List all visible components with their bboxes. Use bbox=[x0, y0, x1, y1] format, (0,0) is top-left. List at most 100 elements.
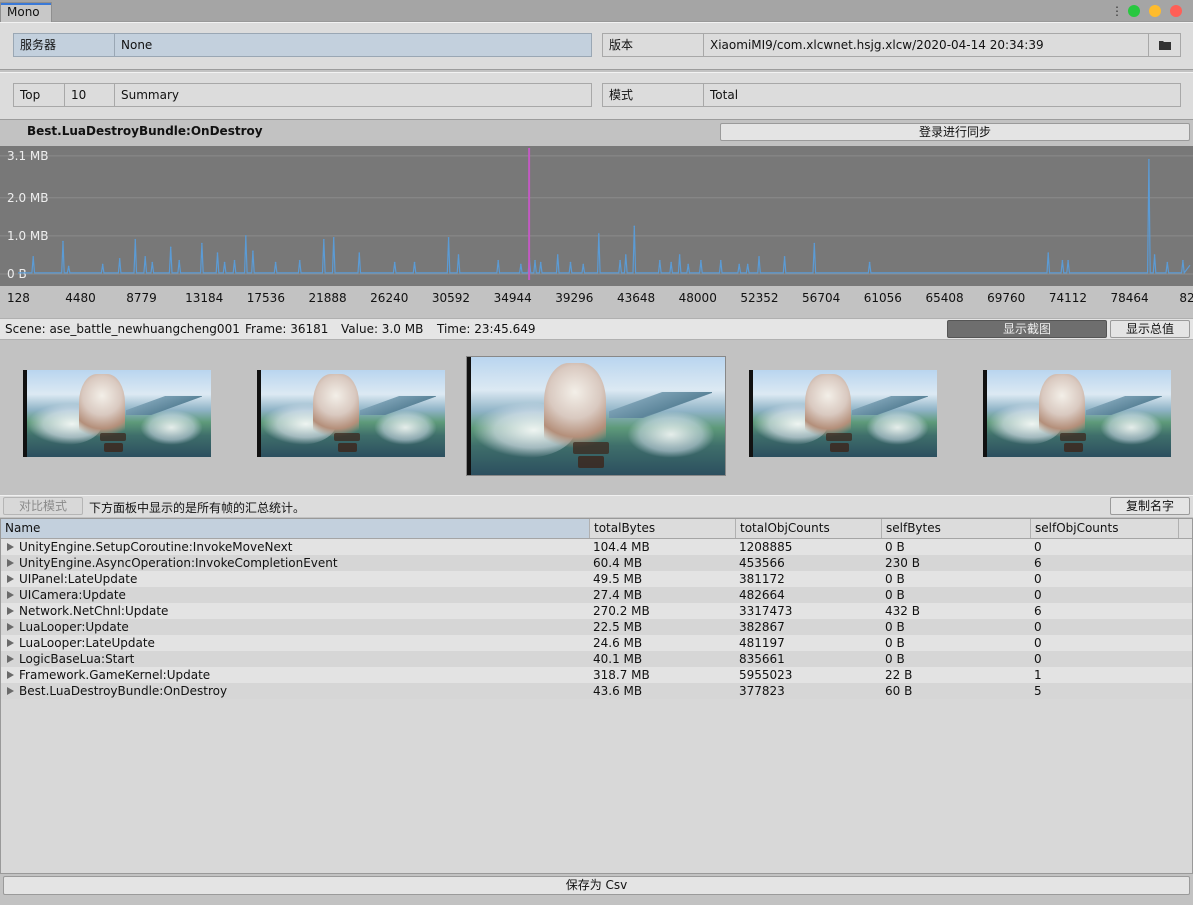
chart-x-tick-label: 69760 bbox=[987, 291, 1025, 305]
screenshot-thumbnail[interactable] bbox=[983, 370, 1171, 457]
chart-point bbox=[233, 259, 236, 262]
row-totalobjcounts: 482664 bbox=[739, 588, 785, 602]
table-row[interactable]: UnityEngine.SetupCoroutine:InvokeMoveNex… bbox=[1, 539, 1192, 555]
row-name: Best.LuaDestroyBundle:OnDestroy bbox=[19, 684, 228, 698]
chart-point bbox=[151, 261, 154, 264]
summary-dropdown[interactable]: Summary bbox=[115, 84, 585, 106]
server-field[interactable]: 服务器 None bbox=[13, 33, 592, 57]
time-text: Time: 23:45.649 bbox=[437, 322, 536, 336]
row-selfobjcounts: 6 bbox=[1034, 556, 1042, 570]
screenshot-strip bbox=[0, 341, 1193, 493]
chart-point bbox=[520, 263, 522, 266]
row-totalobjcounts: 3317473 bbox=[739, 604, 793, 618]
chart-point bbox=[598, 233, 600, 235]
expand-arrow-icon[interactable] bbox=[7, 543, 14, 551]
chart-point bbox=[201, 242, 203, 245]
row-totalobjcounts: 835661 bbox=[739, 652, 785, 666]
folder-icon[interactable] bbox=[1148, 34, 1180, 56]
row-totalobjcounts: 382867 bbox=[739, 620, 785, 634]
table-row[interactable]: UnityEngine.AsyncOperation:InvokeComplet… bbox=[1, 555, 1192, 571]
show-screenshot-button[interactable]: 显示截图 bbox=[947, 320, 1107, 338]
chart-x-tick-label: 78464 bbox=[1111, 291, 1149, 305]
chart-point bbox=[252, 250, 254, 252]
minimize-icon[interactable] bbox=[1149, 5, 1161, 17]
table-row[interactable]: Framework.GameKernel:Update 318.7 MB 59550… bbox=[1, 667, 1192, 683]
chart-y-tick-label: 3.1 MB bbox=[7, 149, 48, 163]
show-total-button[interactable]: 显示总值 bbox=[1110, 320, 1190, 338]
row-selfbytes: 0 B bbox=[885, 636, 905, 650]
chart-x-tick-label: 4480 bbox=[65, 291, 96, 305]
chart-point bbox=[746, 263, 749, 266]
chart-x-tick-label: 43648 bbox=[617, 291, 655, 305]
screenshot-thumbnail[interactable] bbox=[257, 370, 445, 457]
expand-arrow-icon[interactable] bbox=[7, 559, 14, 567]
expand-arrow-icon[interactable] bbox=[7, 671, 14, 679]
version-value[interactable]: XiaomiMI9/com.xlcwnet.hsjg.xlcw/2020-04-… bbox=[704, 34, 1144, 56]
screenshot-thumbnail[interactable] bbox=[749, 370, 937, 457]
expand-arrow-icon[interactable] bbox=[7, 591, 14, 599]
row-selfobjcounts: 0 bbox=[1034, 652, 1042, 666]
compare-mode-button[interactable]: 对比模式 bbox=[3, 497, 83, 515]
expand-arrow-icon[interactable] bbox=[7, 655, 14, 663]
chart-x-tick-label: 827 bbox=[1179, 291, 1193, 305]
chart-point bbox=[582, 263, 585, 266]
chart-point bbox=[62, 240, 64, 243]
mode-field[interactable]: 模式 Total bbox=[602, 83, 1181, 107]
chart-point bbox=[658, 259, 661, 262]
chart-point bbox=[738, 263, 740, 266]
chart-x-tick-label: 48000 bbox=[679, 291, 717, 305]
row-selfbytes: 0 B bbox=[885, 620, 905, 634]
chart-x-tick-label: 39296 bbox=[555, 291, 593, 305]
column-header-name[interactable]: Name bbox=[1, 519, 590, 538]
expand-arrow-icon[interactable] bbox=[7, 687, 14, 695]
version-field[interactable]: 版本 XiaomiMI9/com.xlcwnet.hsjg.xlcw/2020-… bbox=[602, 33, 1181, 57]
chart-point bbox=[67, 265, 70, 268]
chart-point bbox=[758, 256, 760, 258]
top-field[interactable]: Top 10 Summary bbox=[13, 83, 592, 107]
table-row[interactable]: LuaLooper:LateUpdate 24.6 MB 481197 0 B 0 bbox=[1, 635, 1192, 651]
table-row[interactable]: Network.NetChnl:Update 270.2 MB 3317473 432… bbox=[1, 603, 1192, 619]
table-row[interactable]: UICamera:Update 27.4 MB 482664 0 B 0 bbox=[1, 587, 1192, 603]
tab-bar bbox=[0, 0, 1193, 22]
row-name: UICamera:Update bbox=[19, 588, 126, 602]
copy-name-button[interactable]: 复制名字 bbox=[1110, 497, 1190, 515]
table-row[interactable]: LogicBaseLua:Start 40.1 MB 835661 0 B 0 bbox=[1, 651, 1192, 667]
column-header-selfbytes[interactable]: selfBytes bbox=[882, 519, 1031, 538]
column-header-totalbytes[interactable]: totalBytes bbox=[590, 519, 736, 538]
sync-button[interactable]: 登录进行同步 bbox=[720, 123, 1190, 141]
row-totalobjcounts: 481197 bbox=[739, 636, 785, 650]
table-row[interactable]: LuaLooper:Update 22.5 MB 382867 0 B 0 bbox=[1, 619, 1192, 635]
server-value[interactable]: None bbox=[115, 34, 585, 56]
chart-x-tick-label: 34944 bbox=[494, 291, 532, 305]
function-table: Name totalBytes totalObjCounts selfBytes… bbox=[0, 518, 1193, 874]
mode-value[interactable]: Total bbox=[704, 84, 1174, 106]
table-row[interactable]: Best.LuaDestroyBundle:OnDestroy 43.6 MB 37… bbox=[1, 683, 1192, 699]
top-value[interactable]: 10 bbox=[65, 84, 114, 106]
expand-arrow-icon[interactable] bbox=[7, 575, 14, 583]
close-icon[interactable] bbox=[1170, 5, 1182, 17]
column-header-selfobjcounts[interactable]: selfObjCounts bbox=[1031, 519, 1179, 538]
memory-chart[interactable]: 3.1 MB 2.0 MB 1.0 MB 0 B 128 4480 8779 13184 175… bbox=[0, 146, 1193, 316]
screenshot-thumbnail[interactable] bbox=[23, 370, 211, 457]
expand-arrow-icon[interactable] bbox=[7, 639, 14, 647]
save-csv-button[interactable]: 保存为 Csv bbox=[3, 876, 1190, 895]
row-selfbytes: 0 B bbox=[885, 572, 905, 586]
tab-mono[interactable]: Mono bbox=[0, 2, 52, 22]
row-totalbytes: 60.4 MB bbox=[593, 556, 643, 570]
table-row[interactable]: UIPanel:LateUpdate 49.5 MB 381172 0 B 0 bbox=[1, 571, 1192, 587]
row-selfobjcounts: 0 bbox=[1034, 540, 1042, 554]
chart-point bbox=[569, 261, 572, 264]
chart-point bbox=[678, 254, 681, 256]
maximize-icon[interactable] bbox=[1128, 5, 1140, 17]
screenshot-selected[interactable] bbox=[467, 357, 725, 475]
column-header-totalobjcounts[interactable]: totalObjCounts bbox=[736, 519, 882, 538]
value-text: Value: 3.0 MB bbox=[341, 322, 424, 336]
chart-point bbox=[298, 259, 301, 262]
chart-point bbox=[1047, 252, 1050, 254]
chart-point bbox=[118, 257, 121, 260]
expand-arrow-icon[interactable] bbox=[7, 623, 14, 631]
scene-text: Scene: ase_battle_newhuangcheng001 bbox=[5, 322, 240, 336]
selected-function-name: Best.LuaDestroyBundle:OnDestroy bbox=[27, 124, 263, 138]
more-menu-icon[interactable]: ⋮ bbox=[1111, 3, 1123, 19]
expand-arrow-icon[interactable] bbox=[7, 607, 14, 615]
